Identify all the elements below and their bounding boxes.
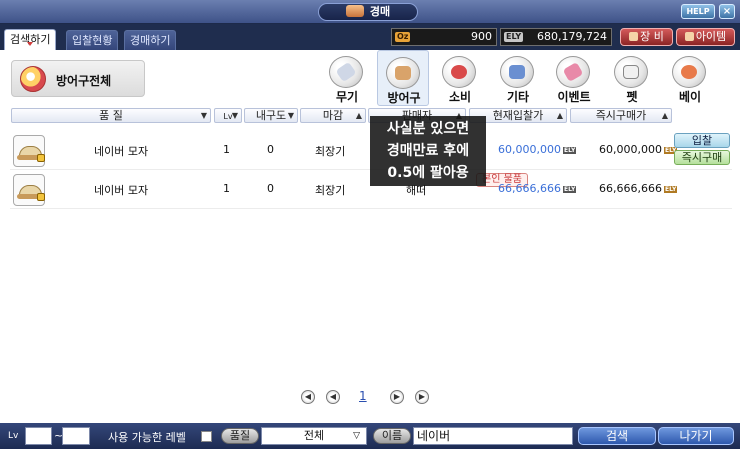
item-durability: 0 — [267, 182, 274, 195]
next-page-icon[interactable]: ▶ — [390, 390, 404, 404]
category-weapon[interactable]: 무기 — [321, 50, 373, 106]
buyout-price: 60,000,000 ELY — [599, 143, 678, 156]
bay-icon — [672, 56, 706, 88]
exit-button[interactable]: 나가기 — [658, 427, 734, 445]
ely-icon: ELY — [562, 186, 577, 193]
sort-up-icon: ▲ — [556, 111, 563, 120]
category-armor[interactable]: 방어구 — [377, 50, 429, 106]
level-max-input[interactable] — [62, 427, 90, 445]
item-name: 네이버 모자 — [94, 145, 149, 158]
buyout-button[interactable]: 즉시구매 — [674, 150, 730, 165]
sort-up-icon: ▲ — [661, 111, 668, 120]
title-bar: 경매 HELP × — [0, 0, 740, 24]
ely-icon: ELY — [562, 147, 577, 154]
etc-icon — [500, 56, 534, 88]
armor-category-icon — [20, 66, 46, 92]
help-button[interactable]: HELP — [681, 4, 715, 19]
tab-search[interactable]: 검색하기 — [4, 29, 57, 50]
name-search-input[interactable]: 네이버 — [413, 427, 573, 445]
buyout-price: 66,666,666 ELY — [599, 182, 678, 195]
equip-button[interactable]: 장 비 — [620, 28, 673, 46]
zeny-icon: Oz — [395, 32, 411, 42]
first-page-icon[interactable]: ◀ — [301, 390, 315, 404]
hat-icon — [13, 135, 45, 167]
sort-down-icon: ▼ — [231, 111, 238, 120]
current-bid: 60,000,000 ELY — [498, 143, 577, 156]
column-durability[interactable]: 내구도 ▼ — [244, 108, 298, 123]
name-label: 이름 — [373, 428, 411, 444]
current-bid: 66,666,666 ELY — [498, 182, 577, 195]
user-note-tooltip: 사실분 있으면 경매만료 후에 0.5에 팔아용 — [370, 116, 486, 186]
ely-icon: ELY — [663, 186, 678, 193]
bid-button[interactable]: 입찰 — [674, 133, 730, 148]
search-panel: 방어구전체 무기 방어구 소비 기타 이벤트 펫 베이 품 질 ▼ Lv ▼ 내구도… — [0, 50, 740, 423]
item-lv: 1 — [223, 143, 230, 156]
level-min-input[interactable] — [25, 427, 52, 445]
chevron-down-icon: ▽ — [353, 431, 360, 441]
search-filter-bar: Lv ~ 사용 가능한 레벨 품질 전체 ▽ 이름 네이버 검색 나가기 — [0, 423, 740, 449]
last-page-icon[interactable]: ▶ — [415, 390, 429, 404]
quality-select[interactable]: 전체 ▽ — [261, 427, 367, 445]
page-number[interactable]: 1 — [359, 389, 367, 403]
sort-up-icon: ▲ — [355, 111, 362, 120]
pet-icon — [614, 56, 648, 88]
lock-icon — [37, 193, 45, 201]
tab-bid-status[interactable]: 입찰현황 — [66, 30, 119, 50]
column-buyout[interactable]: 즉시구매가 ▲ — [570, 108, 672, 123]
armor-icon — [386, 57, 420, 89]
zeny-display: Oz 900 — [391, 28, 497, 46]
close-button[interactable]: × — [719, 4, 735, 19]
equip-icon — [629, 32, 639, 41]
prev-page-icon[interactable]: ◀ — [326, 390, 340, 404]
sort-down-icon: ▼ — [200, 111, 207, 120]
item-deadline: 최장기 — [315, 145, 346, 158]
category-bay[interactable]: 베이 — [664, 50, 716, 106]
level-label: Lv — [8, 431, 19, 441]
hat-icon — [13, 174, 45, 206]
lock-icon — [37, 154, 45, 162]
item-button[interactable]: 아이템 — [676, 28, 735, 46]
item-deadline: 최장기 — [315, 184, 346, 197]
usable-level-label: 사용 가능한 레벨 — [108, 431, 186, 444]
column-deadline[interactable]: 마감 ▲ — [300, 108, 366, 123]
item-lv: 1 — [223, 182, 230, 195]
column-quality[interactable]: 품 질 ▼ — [11, 108, 211, 123]
category-consumable[interactable]: 소비 — [434, 50, 486, 106]
category-event[interactable]: 이벤트 — [548, 50, 600, 106]
sword-icon — [329, 56, 363, 88]
item-durability: 0 — [267, 143, 274, 156]
sort-down-icon: ▼ — [287, 111, 294, 120]
category-etc[interactable]: 기타 — [492, 50, 544, 106]
auction-hammer-icon — [345, 5, 364, 17]
usable-level-checkbox[interactable] — [201, 431, 212, 442]
ely-display: ELY 680,179,724 — [500, 28, 612, 46]
column-lv[interactable]: Lv ▼ — [214, 108, 242, 123]
search-button[interactable]: 검색 — [578, 427, 656, 445]
ticket-icon — [556, 56, 590, 88]
window-title: 경매 — [318, 3, 418, 21]
quality-label: 품질 — [221, 428, 259, 444]
ely-icon: ELY — [504, 32, 524, 42]
category-title: 방어구전체 — [11, 60, 145, 97]
tab-create-auction[interactable]: 경매하기 — [124, 30, 177, 50]
category-pet[interactable]: 펫 — [606, 50, 658, 106]
item-icon — [684, 32, 694, 41]
item-name: 네이버 모자 — [94, 184, 149, 197]
potion-icon — [442, 56, 476, 88]
